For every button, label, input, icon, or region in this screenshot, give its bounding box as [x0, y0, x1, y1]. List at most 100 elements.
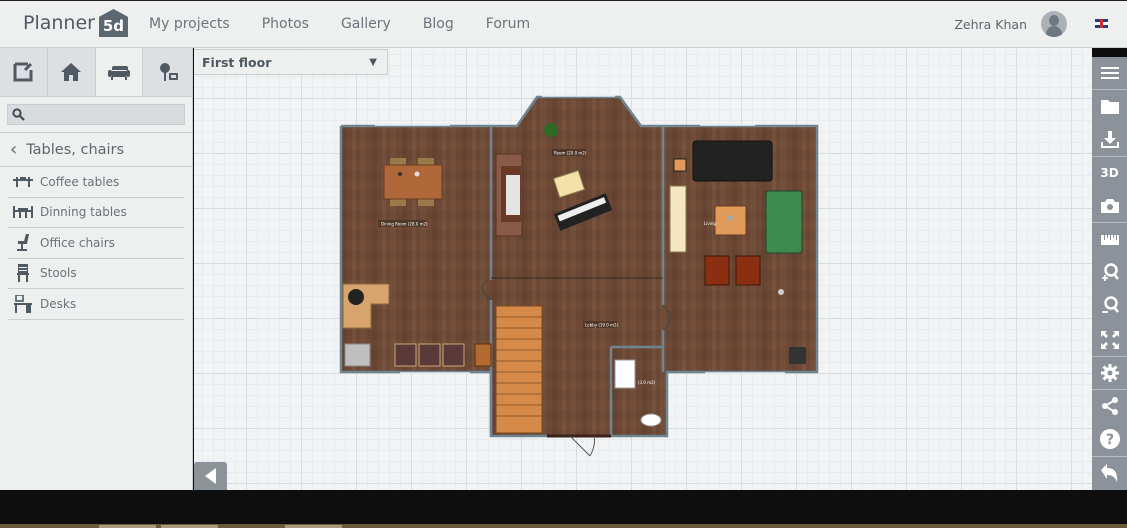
- home-icon: [61, 63, 82, 81]
- room-label-room: Room (20.0 m2): [554, 151, 587, 156]
- zoom-out-button[interactable]: [1092, 290, 1127, 323]
- user-name[interactable]: Zehra Khan: [954, 17, 1027, 32]
- floor-plan-canvas[interactable]: Dining Room (28.0 m2) Room (20.0 m2) Liv…: [194, 48, 1092, 490]
- tv-stand[interactable]: [669, 185, 687, 253]
- settings-button[interactable]: [1092, 357, 1127, 390]
- snapshot-button[interactable]: [1092, 190, 1127, 224]
- ceiling-fan: [778, 289, 784, 295]
- floor-select-value: First floor: [202, 54, 272, 70]
- edit-icon: [13, 62, 33, 82]
- help-button[interactable]: ?: [1092, 423, 1127, 457]
- triangle-left-icon: [204, 468, 216, 484]
- 3d-view-button[interactable]: 3D: [1092, 157, 1127, 190]
- bottom-bar: [0, 490, 1127, 524]
- door-swing: [569, 435, 595, 457]
- 3d-label: 3D: [1100, 166, 1119, 181]
- staircase[interactable]: [495, 305, 543, 434]
- fit-screen-icon: [1100, 330, 1119, 349]
- list-item-label: Stools: [40, 266, 77, 281]
- ruler-icon: [1100, 234, 1119, 245]
- logo-text: Planner: [23, 12, 95, 34]
- list-item-coffee-tables[interactable]: Coffee tables: [8, 167, 184, 198]
- uk-flag-icon[interactable]: [1095, 19, 1108, 28]
- floor-select[interactable]: First floor ▼: [194, 49, 388, 75]
- logo-badge-icon: 5d: [98, 9, 128, 37]
- camera-icon: [1100, 199, 1119, 214]
- undo-icon: [1100, 463, 1117, 482]
- cabinet[interactable]: [474, 343, 492, 367]
- open-project-button[interactable]: [1092, 90, 1127, 123]
- room-label-dining: Dining Room (28.0 m2): [381, 222, 428, 227]
- zoom-in-icon: [1101, 263, 1119, 281]
- menu-button[interactable]: [1092, 57, 1127, 91]
- dining-table-icon: [12, 206, 34, 219]
- list-item-label: Coffee tables: [40, 174, 120, 189]
- chevron-left-icon[interactable]: ‹: [10, 140, 17, 159]
- avatar[interactable]: [1041, 11, 1067, 37]
- desk-icon: [12, 294, 34, 313]
- sink-unit[interactable]: [344, 343, 371, 367]
- tab-edit[interactable]: [0, 48, 48, 96]
- nav-blog[interactable]: Blog: [423, 16, 454, 32]
- armchair-icon: [107, 66, 130, 80]
- tab-outdoor[interactable]: [143, 48, 192, 96]
- share-icon: [1101, 397, 1118, 416]
- sofa[interactable]: [495, 153, 523, 237]
- nav-photos[interactable]: Photos: [262, 16, 309, 32]
- list-item-office-chairs[interactable]: Office chairs: [8, 228, 184, 259]
- search-icon: [12, 108, 25, 121]
- vase: [727, 215, 733, 221]
- top-navigation-bar: Planner 5d My projects Photos Gallery Bl…: [0, 0, 1127, 48]
- armchair[interactable]: [704, 255, 730, 286]
- fit-screen-button[interactable]: [1092, 323, 1127, 357]
- category-header[interactable]: ‹ Tables, chairs: [0, 132, 192, 167]
- nav-my-projects[interactable]: My projects: [149, 16, 230, 32]
- share-button[interactable]: [1092, 390, 1127, 423]
- list-item-desks[interactable]: Desks: [8, 289, 184, 320]
- zoom-in-button[interactable]: [1092, 257, 1127, 290]
- svg-text:?: ?: [1105, 432, 1113, 448]
- office-chair-icon: [12, 233, 34, 252]
- logo[interactable]: Planner 5d: [23, 9, 128, 37]
- help-icon: ?: [1099, 429, 1120, 450]
- nav-gallery[interactable]: Gallery: [341, 16, 391, 32]
- tab-home[interactable]: [47, 48, 96, 96]
- stoves[interactable]: [394, 343, 465, 367]
- ottoman[interactable]: [789, 347, 806, 364]
- category-title: Tables, chairs: [26, 141, 125, 158]
- floor-plan[interactable]: Dining Room (28.0 m2) Room (20.0 m2) Liv…: [194, 48, 1092, 490]
- user-menu[interactable]: Zehra Khan: [954, 11, 1067, 37]
- armchair[interactable]: [735, 255, 761, 286]
- folder-icon: [1100, 99, 1119, 114]
- list-item-label: Desks: [40, 296, 77, 311]
- catalog-search: [7, 104, 185, 126]
- download-icon: [1100, 131, 1119, 149]
- list-item-dinning-tables[interactable]: Dinning tables: [8, 198, 184, 228]
- collapse-sidebar-button[interactable]: [194, 462, 227, 490]
- planner5d-app: Planner 5d My projects Photos Gallery Bl…: [0, 0, 1127, 528]
- right-toolbar: 3D ?: [1092, 57, 1127, 490]
- sofa-black[interactable]: [692, 140, 773, 182]
- catalog-sidebar: ‹ Tables, chairs Coffee tables Dinning t…: [0, 48, 193, 490]
- plant[interactable]: [544, 123, 558, 137]
- bathroom-sink[interactable]: [614, 359, 636, 389]
- tab-furniture[interactable]: [95, 48, 144, 96]
- tree-outdoor-icon: [159, 63, 178, 81]
- dining-table[interactable]: [383, 158, 443, 206]
- main-nav: My projects Photos Gallery Blog Forum: [149, 16, 562, 32]
- room-label-bathroom: (3.0 m2): [638, 380, 656, 385]
- taskbar: [0, 524, 1127, 528]
- menu-icon: [1100, 67, 1119, 80]
- search-input[interactable]: [8, 106, 184, 126]
- coffee-table-icon: [12, 176, 34, 187]
- undo-button[interactable]: [1092, 457, 1127, 490]
- settings-icon: [1100, 363, 1119, 382]
- list-item-stools[interactable]: Stools: [8, 259, 184, 289]
- download-button[interactable]: [1092, 124, 1127, 157]
- nav-forum[interactable]: Forum: [486, 16, 530, 32]
- caret-down-icon: ▼: [369, 56, 377, 68]
- measure-button[interactable]: [1092, 223, 1127, 256]
- toilet[interactable]: [640, 413, 662, 427]
- sofa-green[interactable]: [765, 190, 803, 254]
- side-table[interactable]: [673, 158, 687, 172]
